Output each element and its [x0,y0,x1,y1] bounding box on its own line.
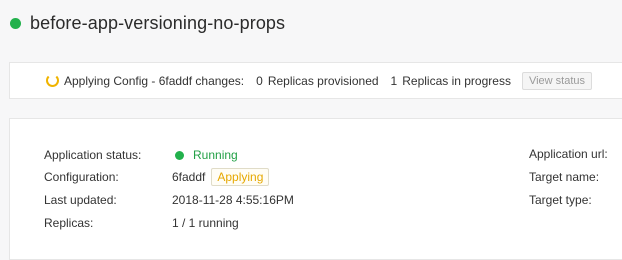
target-type-row: Target type: [10,191,622,209]
view-status-button[interactable]: View status [521,71,593,90]
replicas-label: Replicas: [44,216,94,230]
url-label: Application url: [529,147,608,161]
replicas-value: 1 / 1 running [172,216,239,230]
replicas-row: Replicas: 1 / 1 running [10,214,622,232]
app-details-panel: Application status: Running Configuratio… [9,118,622,260]
provisioned-count: 0 [256,73,263,88]
target-type-label: Target type: [529,193,592,207]
target-name-label: Target name: [529,170,600,184]
target-name-row: Target name: [10,168,622,186]
spinner-icon [46,74,59,87]
app-header: before-app-versioning-no-props [10,10,285,36]
app-title: before-app-versioning-no-props [30,12,286,33]
config-progress-banner: Applying Config - 6faddf changes: 0 Repl… [9,62,622,99]
url-row: Application url: [10,145,622,163]
in-progress-count: 1 [390,73,398,88]
provisioned-label: Replicas provisioned [267,73,379,88]
banner-message: Applying Config - 6faddf changes: [64,73,245,88]
in-progress-label: Replicas in progress [402,73,511,88]
status-dot-icon [10,17,21,29]
